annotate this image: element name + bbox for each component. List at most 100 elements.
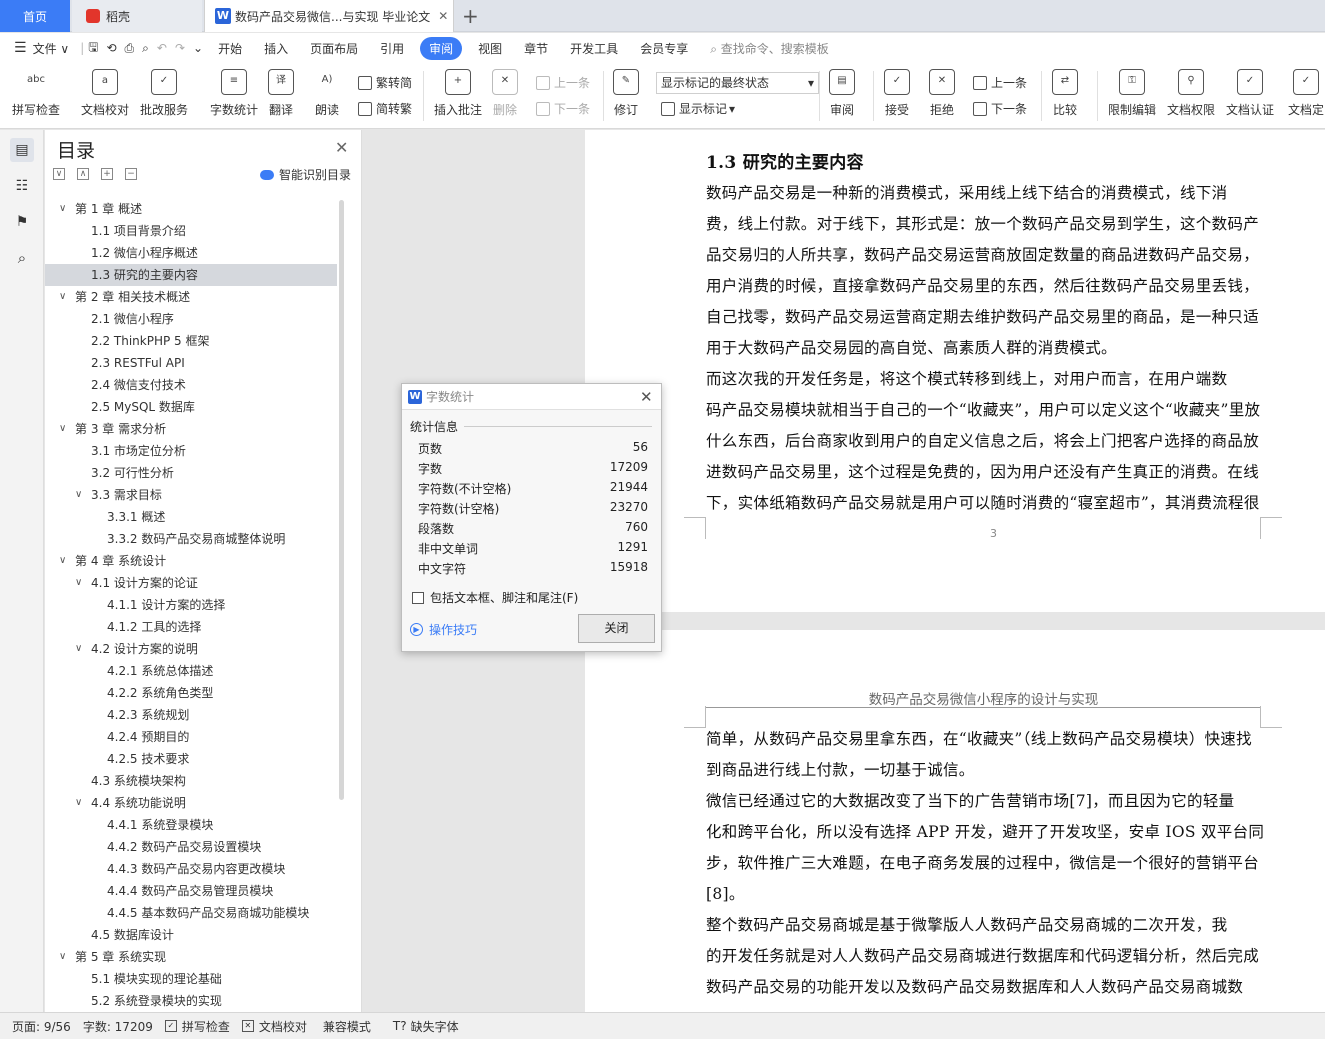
- smart-toc-button[interactable]: 智能识别目录: [260, 166, 351, 183]
- toc-item[interactable]: ∨ 4.1 设计方案的论证: [45, 572, 337, 594]
- doc-proof-button[interactable]: a 文档校对: [81, 69, 129, 118]
- chevron-down-icon[interactable]: ∨: [75, 572, 82, 594]
- menu-chapter[interactable]: 章节: [513, 40, 559, 57]
- compare-button[interactable]: ⇄ 比较: [1052, 69, 1078, 118]
- doc-final-button[interactable]: ✓ 文档定: [1288, 69, 1324, 118]
- chevron-down-icon[interactable]: ∨: [59, 198, 66, 220]
- menu-start[interactable]: 开始: [207, 40, 253, 57]
- toc-panel-icon[interactable]: ▤: [10, 138, 34, 162]
- tips-link[interactable]: ▶ 操作技巧: [410, 621, 477, 638]
- undo-icon[interactable]: ↶: [153, 41, 171, 55]
- add-heading-icon[interactable]: +: [101, 168, 113, 180]
- chevron-down-icon[interactable]: ∨: [59, 550, 66, 572]
- close-icon[interactable]: ✕: [640, 388, 653, 406]
- reject-button[interactable]: ✕ 拒绝: [929, 69, 955, 118]
- chevron-down-icon[interactable]: ∨: [75, 484, 82, 506]
- review-pane-button[interactable]: ▤ 审阅: [829, 69, 855, 118]
- expand-up-icon[interactable]: ∧: [77, 168, 89, 180]
- chevron-down-icon[interactable]: ∨: [75, 638, 82, 660]
- toc-item[interactable]: 3.1 市场定位分析: [45, 440, 337, 462]
- toc-item[interactable]: ∨ 第 3 章 需求分析: [45, 418, 337, 440]
- prev-change-button[interactable]: 上一条: [973, 74, 1027, 91]
- next-comment-button[interactable]: 下一条: [536, 100, 590, 117]
- toc-item[interactable]: 4.4.3 数码产品交易内容更改模块: [45, 858, 337, 880]
- compat-mode[interactable]: 兼容模式: [323, 1018, 371, 1035]
- quick-access-dropdown-icon[interactable]: ⌄: [189, 41, 207, 55]
- missing-font-status[interactable]: T? 缺失字体: [393, 1018, 459, 1035]
- chevron-down-icon[interactable]: ∨: [75, 792, 82, 814]
- toc-item[interactable]: 5.2 系统登录模块的实现: [45, 990, 337, 1012]
- toc-item[interactable]: ∨ 第 1 章 概述: [45, 198, 337, 220]
- toc-item[interactable]: 1.1 项目背景介绍: [45, 220, 337, 242]
- toc-item[interactable]: 4.4.1 系统登录模块: [45, 814, 337, 836]
- spellcheck-button[interactable]: abc 拼写检查: [12, 69, 60, 118]
- delete-comment-button[interactable]: ✕ 删除: [492, 69, 518, 118]
- restrict-edit-button[interactable]: ⚿ 限制编辑: [1108, 69, 1156, 118]
- toc-item[interactable]: 2.5 MySQL 数据库: [45, 396, 337, 418]
- proof-status[interactable]: ✕ 文档校对: [241, 1018, 307, 1035]
- next-change-button[interactable]: 下一条: [973, 100, 1027, 117]
- command-search[interactable]: ⌕ 查找命令、搜索模板: [699, 40, 840, 57]
- insert-comment-button[interactable]: + 插入批注: [434, 69, 482, 118]
- tab-daoke[interactable]: 稻壳: [72, 0, 202, 32]
- trad-to-simp-button[interactable]: 繁转简: [358, 74, 412, 91]
- include-textbox-checkbox[interactable]: 包括文本框、脚注和尾注(F): [412, 589, 578, 606]
- menu-insert[interactable]: 插入: [253, 40, 299, 57]
- toc-item[interactable]: ∨ 4.2 设计方案的说明: [45, 638, 337, 660]
- chevron-down-icon[interactable]: ∨: [59, 946, 66, 968]
- menu-view[interactable]: 视图: [467, 40, 513, 57]
- hamburger-icon[interactable]: ☰: [14, 40, 27, 56]
- toc-item[interactable]: ∨ 4.4 系统功能说明: [45, 792, 337, 814]
- accept-button[interactable]: ✓ 接受: [884, 69, 910, 118]
- toc-item[interactable]: 4.4.5 基本数码产品交易商城功能模块: [45, 902, 337, 924]
- nav-panel-icon[interactable]: ☷: [10, 174, 34, 198]
- toc-item[interactable]: 1.2 微信小程序概述: [45, 242, 337, 264]
- menu-developer[interactable]: 开发工具: [559, 40, 629, 57]
- save-icon[interactable]: 🖫: [84, 38, 102, 59]
- toc-item[interactable]: 4.4.2 数码产品交易设置模块: [45, 836, 337, 858]
- doc-rights-button[interactable]: ⚲ 文档权限: [1167, 69, 1215, 118]
- toc-item[interactable]: 5.1 模块实现的理论基础: [45, 968, 337, 990]
- close-button[interactable]: 关闭: [578, 614, 655, 643]
- toc-item[interactable]: 3.3.1 概述: [45, 506, 337, 528]
- toc-item[interactable]: 4.2.5 技术要求: [45, 748, 337, 770]
- toc-item[interactable]: 4.5 数据库设计: [45, 924, 337, 946]
- toc-item[interactable]: 4.3 系统模块架构: [45, 770, 337, 792]
- word-count-button[interactable]: ≡ 字数统计: [210, 69, 258, 118]
- simp-to-trad-button[interactable]: 简转繁: [358, 100, 412, 117]
- toc-item[interactable]: 4.4.4 数码产品交易管理员模块: [45, 880, 337, 902]
- print-preview-icon[interactable]: ⌕: [138, 41, 153, 56]
- page-indicator[interactable]: 页面: 9/56: [12, 1018, 71, 1035]
- tab-close-icon[interactable]: ✕: [438, 9, 448, 23]
- tab-home[interactable]: 首页: [0, 0, 70, 32]
- toc-item[interactable]: 2.4 微信支付技术: [45, 374, 337, 396]
- toc-item[interactable]: ∨ 第 2 章 相关技术概述: [45, 286, 337, 308]
- toc-item[interactable]: 3.2 可行性分析: [45, 462, 337, 484]
- toc-item[interactable]: 4.1.1 设计方案的选择: [45, 594, 337, 616]
- menu-layout[interactable]: 页面布局: [299, 40, 369, 57]
- toc-item[interactable]: 1.3 研究的主要内容: [45, 264, 337, 286]
- toc-item[interactable]: 4.2.4 预期目的: [45, 726, 337, 748]
- toc-item[interactable]: 2.2 ThinkPHP 5 框架: [45, 330, 337, 352]
- toc-item[interactable]: ∨ 3.3 需求目标: [45, 484, 337, 506]
- toc-scrollbar[interactable]: [339, 200, 344, 800]
- word-count-indicator[interactable]: 字数: 17209: [83, 1018, 153, 1035]
- spellcheck-status[interactable]: ✓ 拼写检查: [164, 1018, 230, 1035]
- toc-item[interactable]: 2.3 RESTFul API: [45, 352, 337, 374]
- close-icon[interactable]: ✕: [335, 138, 348, 157]
- toc-item[interactable]: ∨ 第 4 章 系统设计: [45, 550, 337, 572]
- show-marks-button[interactable]: 显示标记 ▾: [661, 100, 735, 117]
- toc-item[interactable]: 4.2.2 系统角色类型: [45, 682, 337, 704]
- prev-comment-button[interactable]: 上一条: [536, 74, 590, 91]
- translate-button[interactable]: 译翻译: [268, 69, 294, 118]
- print-icon[interactable]: ⎙: [121, 41, 139, 56]
- revise-button[interactable]: ✎ 修订: [613, 69, 639, 118]
- chevron-down-icon[interactable]: ∨: [59, 286, 66, 308]
- undo-history-icon[interactable]: ⟲: [102, 41, 120, 55]
- redo-icon[interactable]: ↷: [171, 41, 189, 55]
- tab-document[interactable]: W 数码产品交易微信...与实现 毕业论文 ✕: [204, 0, 454, 32]
- menu-member[interactable]: 会员专享: [629, 40, 699, 57]
- doc-cert-button[interactable]: ✓ 文档认证: [1226, 69, 1274, 118]
- new-tab-button[interactable]: +: [462, 0, 479, 32]
- toc-item[interactable]: 3.3.2 数码产品交易商城整体说明: [45, 528, 337, 550]
